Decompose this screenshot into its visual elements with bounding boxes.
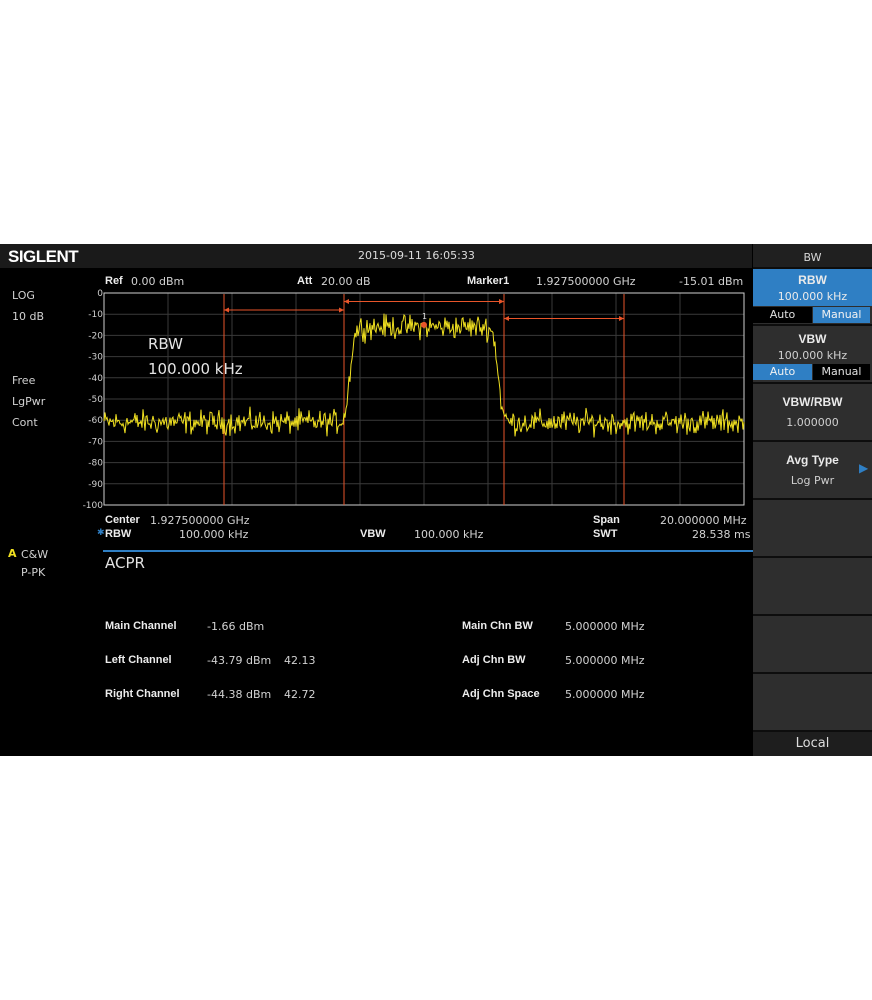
vbw-softkey-title: VBW [798, 332, 827, 346]
empty-softkey-7[interactable] [753, 616, 872, 674]
adj-chn-space-value: 5.000000 MHz [565, 688, 645, 701]
marker-frequency: 1.927500000 GHz [536, 275, 636, 288]
rbw-manual-option[interactable]: Manual [813, 307, 870, 323]
y-tick-label: -20 [88, 331, 103, 341]
rbw-auto-option[interactable]: Auto [753, 307, 812, 323]
att-value: 20.00 dB [321, 275, 371, 288]
avg-type-softkey-title: Avg Type [786, 453, 839, 467]
right-channel-ratio: 42.72 [284, 688, 316, 701]
vbw-rbw-softkey-value: 1.000000 [786, 416, 839, 429]
adj-chn-bw-label: Adj Chn BW [462, 654, 526, 666]
scale-type: LOG [12, 289, 35, 302]
empty-softkey-5[interactable] [753, 500, 872, 558]
right-channel-span-head-right [619, 315, 624, 321]
avg-type-softkey-value: Log Pwr [790, 474, 835, 487]
vbw-rbw-softkey[interactable]: VBW/RBW 1.000000 [753, 384, 872, 442]
overlay-rbw-value: 100.000 kHz [148, 360, 243, 378]
divider [103, 550, 753, 552]
right-channel-label: Right Channel [105, 688, 180, 700]
span-label: Span [593, 514, 620, 526]
marker-label: Marker1 [467, 275, 510, 287]
trace-mode: C&W [21, 548, 49, 561]
right-channel-value: -44.38 dBm [207, 688, 272, 701]
empty-softkey-8[interactable] [753, 674, 872, 732]
left-channel-span-head-left [224, 307, 229, 313]
vbw-manual-option[interactable]: Manual [813, 364, 870, 380]
y-tick-label: -50 [88, 395, 103, 405]
spectrum-plot[interactable]: 0 -10 -20 -30 -40 -50 -60 -70 -80 -90 -100 1 [80, 288, 750, 510]
trace-detector: P-PK [21, 566, 46, 579]
analyzer-screen: SIGLENT 2015-09-11 16:05:33 Ref 0.00 dBm… [0, 244, 872, 756]
empty-softkey-6[interactable] [753, 558, 872, 616]
left-channel-ratio: 42.13 [284, 654, 316, 667]
vbw-auto-manual-toggle[interactable]: Auto Manual [753, 364, 872, 380]
submenu-arrow-icon: ▶ [859, 461, 869, 475]
y-tick-label: -30 [88, 353, 103, 363]
vbw-label: VBW [360, 528, 386, 540]
adj-chn-space-label: Adj Chn Space [462, 688, 540, 700]
main-channel-value: -1.66 dBm [207, 620, 265, 633]
main-channel-label: Main Channel [105, 620, 177, 632]
siglent-logo: SIGLENT [8, 247, 79, 266]
menu-title-bar: BW [753, 244, 872, 269]
main-chn-bw-value: 5.000000 MHz [565, 620, 645, 633]
rbw-softkey-title: RBW [798, 273, 827, 287]
y-tick-label: -90 [88, 480, 103, 490]
y-tick-label: -70 [88, 437, 103, 447]
adj-chn-bw-value: 5.000000 MHz [565, 654, 645, 667]
ref-label: Ref [105, 275, 123, 287]
y-tick-label: -80 [88, 459, 103, 469]
marker-level: -15.01 dBm [679, 275, 744, 288]
overlay-rbw-label: RBW [148, 335, 184, 353]
rbw-auto-manual-toggle[interactable]: Auto Manual [753, 307, 872, 323]
main-chn-bw-label: Main Chn BW [462, 620, 533, 632]
ref-value: 0.00 dBm [131, 275, 185, 288]
att-label: Att [297, 275, 313, 287]
rbw-indicator-icon: ✱ [97, 528, 105, 538]
span-value: 20.000000 MHz [660, 514, 747, 527]
local-softkey[interactable]: Local [753, 732, 872, 756]
vbw-rbw-softkey-title: VBW/RBW [782, 395, 843, 409]
y-tick-label: -100 [83, 501, 104, 510]
rbw-softkey[interactable]: RBW 100.000 kHz Auto Manual [753, 269, 872, 326]
marker-point[interactable] [421, 321, 427, 328]
right-channel-span-head-left [504, 315, 509, 321]
vbw-value: 100.000 kHz [414, 528, 484, 541]
center-value: 1.927500000 GHz [150, 514, 250, 527]
swt-value: 28.538 ms [692, 528, 751, 541]
datetime: 2015-09-11 16:05:33 [358, 249, 475, 262]
swt-label: SWT [593, 528, 618, 540]
y-tick-label: -60 [88, 416, 103, 426]
left-channel-label: Left Channel [105, 654, 172, 666]
y-tick-label: -10 [88, 310, 103, 320]
y-axis-ticks: 0 -10 -20 -30 -40 -50 -60 -70 -80 -90 -100 [83, 289, 104, 510]
avg-type-softkey[interactable]: Avg Type Log Pwr ▶ [753, 442, 872, 500]
left-channel-value: -43.79 dBm [207, 654, 272, 667]
softkey-panel: BW RBW 100.000 kHz Auto Manual VBW 100.0… [753, 244, 872, 756]
top-bar: SIGLENT 2015-09-11 16:05:33 [0, 244, 752, 268]
sweep-mode: Cont [12, 416, 38, 429]
rbw-label: RBW [105, 528, 132, 540]
vbw-softkey[interactable]: VBW 100.000 kHz Auto Manual [753, 326, 872, 384]
rbw-value: 100.000 kHz [179, 528, 249, 541]
rbw-softkey-value: 100.000 kHz [777, 290, 848, 303]
acpr-title: ACPR [105, 554, 145, 572]
y-tick-label: 0 [97, 289, 103, 299]
y-tick-label: -40 [88, 374, 103, 384]
main-channel-span-head-right [499, 298, 504, 304]
local-label: Local [795, 736, 830, 751]
main-channel-span-head-left [344, 298, 349, 304]
center-label: Center [105, 514, 140, 526]
trace-letter[interactable]: A [8, 547, 17, 560]
menu-title: BW [803, 251, 822, 264]
vbw-auto-option[interactable]: Auto [753, 364, 812, 380]
scale-div: 10 dB [12, 310, 45, 323]
marker-number: 1 [422, 312, 427, 321]
detector-type: LgPwr [12, 395, 46, 408]
left-channel-span-head-right [339, 307, 344, 313]
trigger-mode: Free [12, 374, 36, 387]
vbw-softkey-value: 100.000 kHz [777, 349, 848, 362]
